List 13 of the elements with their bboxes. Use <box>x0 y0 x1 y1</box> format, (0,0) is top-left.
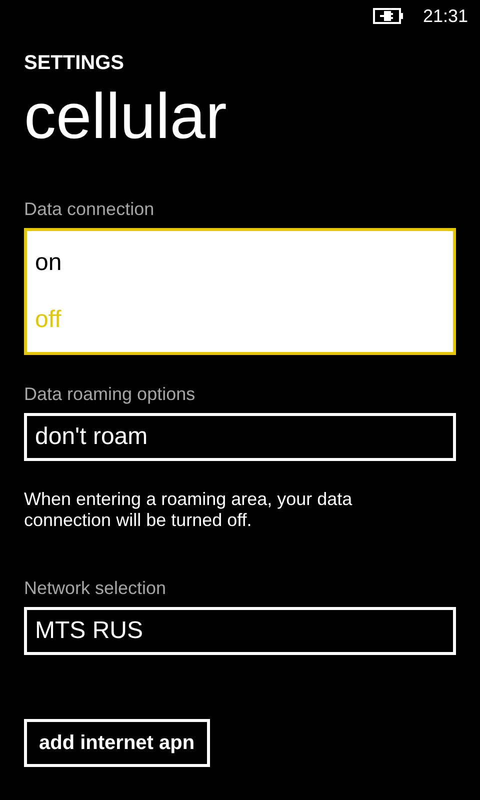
roaming-note: When entering a roaming area, your data connection will be turned off. <box>24 489 354 531</box>
page-title: cellular <box>24 79 228 154</box>
dropdown-option[interactable]: on <box>35 245 445 282</box>
clock-time: 21:31 <box>422 4 468 28</box>
field-label: Network selection <box>24 577 168 599</box>
field-label: Data connection <box>24 198 156 220</box>
dropdown-field[interactable]: don't roam <box>24 413 456 461</box>
dropdown-field[interactable]: MTS RUS <box>24 607 456 655</box>
add-apn-button[interactable]: add internet apn <box>24 719 210 767</box>
field-label: Data roaming options <box>24 383 196 405</box>
dropdown-list[interactable]: on off <box>24 228 456 355</box>
app-title: SETTINGS <box>24 51 126 76</box>
battery-charging-icon <box>372 8 405 24</box>
